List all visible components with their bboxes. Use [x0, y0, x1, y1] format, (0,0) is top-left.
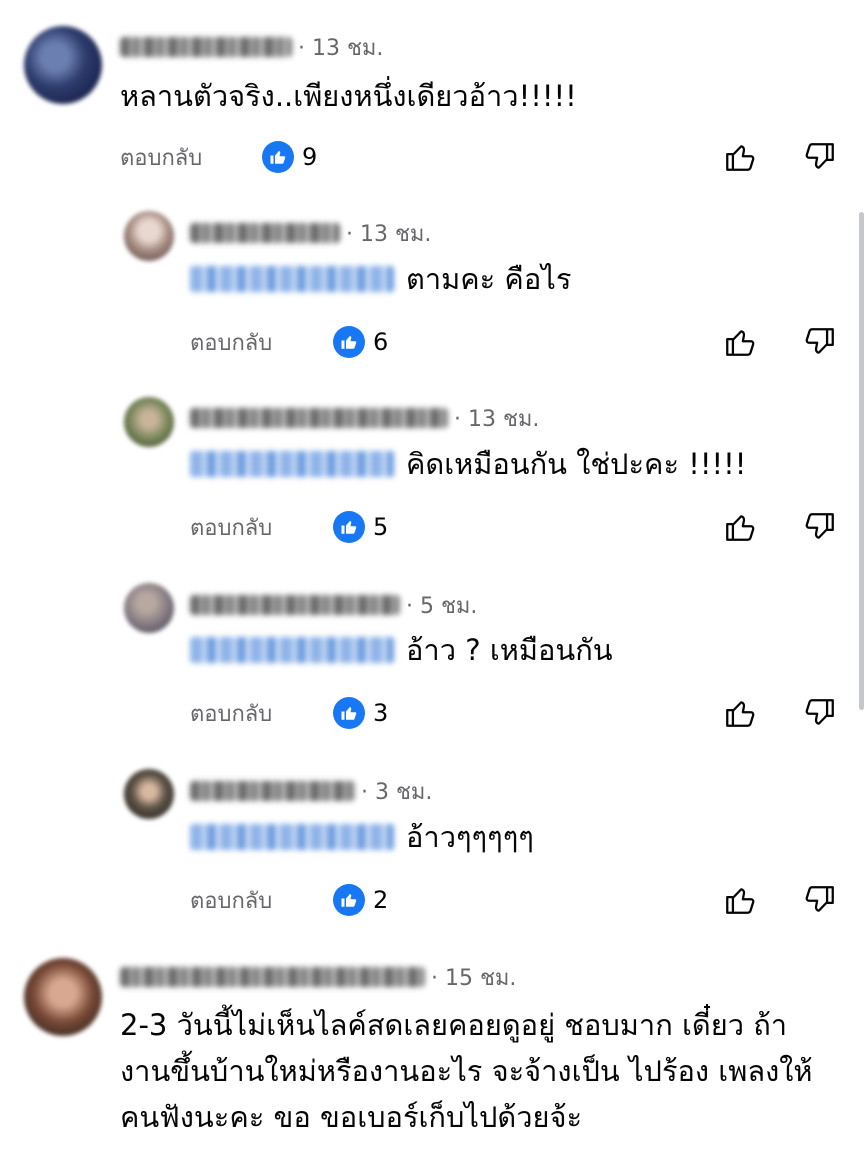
thumbs-up-icon[interactable]: [720, 507, 760, 547]
comment-text: คิดเหมือนกัน ใช่ปะคะ !!!!!: [190, 442, 746, 486]
like-count: 9: [302, 143, 318, 171]
like-count: 2: [373, 886, 389, 914]
like-count: 6: [373, 328, 389, 356]
author-name[interactable]: [190, 408, 448, 428]
like-summary[interactable]: 5: [333, 507, 388, 547]
avatar[interactable]: [124, 583, 174, 633]
comment-text-content: คิดเหมือนกัน ใช่ปะคะ !!!!!: [406, 447, 747, 481]
thumbs-down-icon[interactable]: [800, 693, 840, 733]
comment-meta: · 5 ชม.: [190, 590, 477, 620]
like-summary[interactable]: 2: [333, 880, 388, 920]
author-name[interactable]: [190, 595, 400, 615]
thumbs-down-icon[interactable]: [800, 322, 840, 362]
thumbs-up-icon[interactable]: [720, 693, 760, 733]
author-name[interactable]: [120, 967, 425, 987]
comment-actions: ตอบกลับ: [190, 507, 272, 547]
comment-meta: · 13 ชม.: [120, 32, 383, 62]
author-name[interactable]: [190, 223, 340, 243]
reply-button[interactable]: ตอบกลับ: [120, 140, 202, 175]
comment-text: อ้าวๆๆๆๆๆ: [190, 815, 534, 859]
thumbs-down-icon[interactable]: [800, 137, 840, 177]
like-summary[interactable]: 6: [333, 322, 388, 362]
comment-actions: ตอบกลับ: [190, 322, 272, 362]
thumbs-up-icon[interactable]: [720, 880, 760, 920]
comment-text-content: อ้าวๆๆๆๆๆ: [406, 820, 534, 854]
comment-time[interactable]: · 5 ชม.: [406, 588, 477, 623]
comment-time[interactable]: · 3 ชม.: [361, 774, 432, 809]
avatar[interactable]: [124, 397, 174, 447]
comments-screen: · 13 ชม. หลานตัวจริง..เพียงหนึ่งเดียวอ้า…: [0, 0, 868, 1157]
comment-text-content: อ้าว ? เหมือนกัน: [406, 633, 613, 667]
scrollbar[interactable]: [859, 212, 864, 710]
reply-button[interactable]: ตอบกลับ: [190, 883, 272, 918]
like-count: 3: [373, 699, 389, 727]
mention-tag[interactable]: [190, 824, 394, 850]
mention-tag[interactable]: [190, 451, 394, 477]
comment-meta: · 3 ชม.: [190, 776, 432, 806]
avatar[interactable]: [24, 26, 102, 104]
like-summary[interactable]: 3: [333, 693, 388, 733]
like-summary[interactable]: 9: [262, 137, 317, 177]
comment-time[interactable]: · 15 ชม.: [431, 960, 516, 995]
mention-tag[interactable]: [190, 266, 394, 292]
comment-text-content: ตามคะ คือไร: [406, 262, 572, 296]
comment-actions: ตอบกลับ: [120, 137, 202, 177]
like-count: 5: [373, 513, 389, 541]
comment-time[interactable]: · 13 ชม.: [454, 401, 539, 436]
comment-meta: · 13 ชม.: [190, 218, 431, 248]
reply-button[interactable]: ตอบกลับ: [190, 696, 272, 731]
author-name[interactable]: [190, 781, 355, 801]
comment-actions: ตอบกลับ: [190, 880, 272, 920]
comment-text: อ้าว ? เหมือนกัน: [190, 628, 613, 672]
like-badge-icon: [333, 697, 365, 729]
like-badge-icon: [333, 884, 365, 916]
reply-button[interactable]: ตอบกลับ: [190, 510, 272, 545]
comment-meta: · 15 ชม.: [120, 962, 516, 992]
comment-meta: · 13 ชม.: [190, 403, 539, 433]
comment-time[interactable]: · 13 ชม.: [298, 30, 383, 65]
like-badge-icon: [333, 326, 365, 358]
avatar[interactable]: [124, 769, 174, 819]
like-badge-icon: [262, 141, 294, 173]
comment-text: ตามคะ คือไร: [190, 257, 571, 301]
like-badge-icon: [333, 511, 365, 543]
author-name[interactable]: [120, 37, 292, 57]
thumbs-down-icon[interactable]: [800, 880, 840, 920]
comment-time[interactable]: · 13 ชม.: [346, 216, 431, 251]
comment-actions: ตอบกลับ: [190, 693, 272, 733]
avatar[interactable]: [124, 211, 174, 261]
comment-text: 2-3 วันนี้ไม่เห็นไลค์สดเลยคอยดูอยู่ ชอบม…: [120, 1008, 813, 1134]
mention-tag[interactable]: [190, 637, 394, 663]
comment-text: หลานตัวจริง..เพียงหนึ่งเดียวอ้าว!!!!!: [120, 79, 577, 113]
thumbs-up-icon[interactable]: [720, 137, 760, 177]
thumbs-up-icon[interactable]: [720, 322, 760, 362]
reply-button[interactable]: ตอบกลับ: [190, 325, 272, 360]
avatar[interactable]: [24, 958, 102, 1036]
thumbs-down-icon[interactable]: [800, 507, 840, 547]
